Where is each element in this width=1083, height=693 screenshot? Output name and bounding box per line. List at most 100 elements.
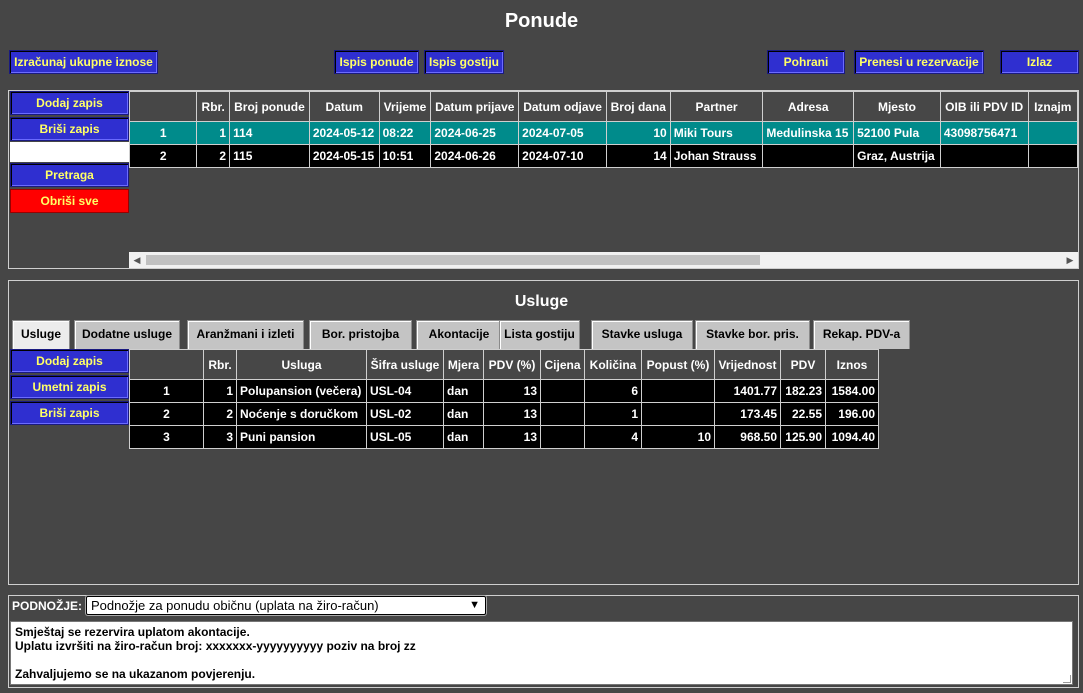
table-cell[interactable]: 13 <box>483 379 541 403</box>
table-cell[interactable]: 182.23 <box>780 379 826 403</box>
services-column-header[interactable]: Mjera <box>443 349 484 380</box>
table-cell[interactable]: 115 <box>229 144 310 168</box>
tab-1[interactable]: Dodatne usluge <box>74 320 180 349</box>
table-cell[interactable]: 4 <box>584 425 642 449</box>
table-cell[interactable]: 10 <box>605 121 671 145</box>
tab-6[interactable]: Stavke usluga <box>591 320 693 349</box>
table-cell[interactable]: 125.90 <box>780 425 826 449</box>
offers-column-header[interactable]: Vrijeme <box>378 91 432 122</box>
services-column-header[interactable]: Usluga <box>236 349 367 380</box>
offers-column-header[interactable]: Broj dana <box>605 91 671 122</box>
table-cell[interactable]: USL-02 <box>366 402 444 426</box>
table-cell[interactable]: 1 <box>196 121 231 145</box>
table-cell[interactable]: 3 <box>129 425 204 449</box>
table-cell[interactable]: 10:51 <box>378 144 432 168</box>
services-column-header[interactable]: Vrijednost <box>714 349 781 380</box>
print-guests-button[interactable]: Ispis gostiju <box>424 50 504 74</box>
tab-8[interactable]: Rekap. PDV-a <box>813 320 910 349</box>
table-cell[interactable]: USL-04 <box>366 379 444 403</box>
table-cell[interactable]: Puni pansion <box>236 425 367 449</box>
table-cell[interactable]: dan <box>443 425 484 449</box>
table-row[interactable]: 2 2 Noćenje s doručkom USL-02 dan 13 1 173.45 22… <box>129 402 879 426</box>
tab-3[interactable]: Bor. pristojba <box>309 320 412 349</box>
table-cell[interactable] <box>540 425 585 449</box>
scroll-right-icon[interactable]: ▶ <box>1062 252 1078 268</box>
offers-column-header[interactable] <box>129 91 198 122</box>
table-cell[interactable]: Noćenje s doručkom <box>236 402 367 426</box>
scrollbar-thumb[interactable] <box>146 255 760 265</box>
table-cell[interactable]: 1401.77 <box>714 379 781 403</box>
table-cell[interactable]: dan <box>443 402 484 426</box>
delete-offer-button[interactable]: Briši zapis <box>10 117 129 141</box>
services-column-header[interactable]: Popust (%) <box>641 349 715 380</box>
transfer-to-reservations-button[interactable]: Prenesi u rezervacije <box>854 50 984 74</box>
table-cell[interactable]: 2 <box>196 144 231 168</box>
table-cell[interactable]: 6 <box>584 379 642 403</box>
table-cell[interactable]: 2024-05-12 <box>308 121 380 145</box>
tab-4[interactable]: Akontacije <box>416 320 502 349</box>
resize-handle-icon[interactable] <box>1063 675 1071 683</box>
add-service-button[interactable]: Dodaj zapis <box>10 349 129 373</box>
offers-column-header[interactable]: Adresa <box>762 91 855 122</box>
search-input[interactable] <box>10 142 129 162</box>
table-row[interactable]: 1 1 Polupansion (večera) USL-04 dan 13 6 1401.7… <box>129 379 879 403</box>
table-cell[interactable]: 10 <box>641 425 715 449</box>
footer-select[interactable]: Podnožje za ponudu običnu (uplata na žir… <box>86 596 486 615</box>
services-column-header[interactable]: Šifra usluge <box>366 349 444 380</box>
table-cell[interactable]: 2024-06-26 <box>430 144 520 168</box>
table-cell[interactable]: Graz, Austrija <box>853 144 941 168</box>
table-cell[interactable]: dan <box>443 379 484 403</box>
table-cell[interactable] <box>641 379 715 403</box>
table-cell[interactable]: 2024-07-10 <box>518 144 607 168</box>
tab-2[interactable]: Aranžmani i izleti <box>187 320 304 349</box>
calculate-totals-button[interactable]: Izračunaj ukupne iznose <box>9 50 158 74</box>
insert-service-button[interactable]: Umetni zapis <box>10 375 129 399</box>
offers-column-header[interactable]: Datum <box>308 91 380 122</box>
tab-7[interactable]: Stavke bor. pris. <box>695 320 810 349</box>
table-cell[interactable]: 1094.40 <box>825 425 879 449</box>
table-cell[interactable]: Miki Tours <box>669 121 764 145</box>
save-button[interactable]: Pohrani <box>767 50 845 74</box>
table-cell[interactable]: 43098756471 <box>939 121 1029 145</box>
offers-horizontal-scrollbar[interactable]: ◀ ▶ <box>129 252 1078 268</box>
table-cell[interactable]: 114 <box>229 121 310 145</box>
scroll-left-icon[interactable]: ◀ <box>129 252 145 268</box>
table-cell[interactable]: 1584.00 <box>825 379 879 403</box>
table-cell[interactable]: 14 <box>605 144 671 168</box>
table-cell[interactable] <box>762 144 855 168</box>
services-column-header[interactable]: PDV <box>780 349 826 380</box>
exit-button[interactable]: Izlaz <box>1000 50 1079 74</box>
table-row[interactable]: 1 1 114 2024-05-12 08:22 2024-06-25 2024-07-05… <box>129 121 1078 145</box>
services-column-header[interactable]: PDV (%) <box>483 349 541 380</box>
table-cell[interactable]: 2 <box>129 144 198 168</box>
table-cell[interactable]: Polupansion (večera) <box>236 379 367 403</box>
offers-column-header[interactable]: Broj ponude <box>229 91 310 122</box>
search-button[interactable]: Pretraga <box>10 163 129 187</box>
table-cell[interactable] <box>540 402 585 426</box>
table-cell[interactable]: Medulinska 15 <box>762 121 855 145</box>
table-cell[interactable]: 13 <box>483 425 541 449</box>
table-cell[interactable] <box>540 379 585 403</box>
add-offer-button[interactable]: Dodaj zapis <box>10 91 129 115</box>
table-cell[interactable]: USL-05 <box>366 425 444 449</box>
services-column-header[interactable]: Rbr. <box>203 349 237 380</box>
tab-5[interactable]: Lista gostiju <box>499 320 580 349</box>
table-row[interactable]: 2 2 115 2024-05-15 10:51 2024-06-26 2024-07-10… <box>129 144 1078 168</box>
offers-column-header[interactable]: Partner <box>669 91 764 122</box>
table-cell[interactable]: 08:22 <box>378 121 432 145</box>
offers-column-header[interactable]: Iznajm <box>1027 91 1078 122</box>
print-offer-button[interactable]: Ispis ponude <box>334 50 419 74</box>
table-cell[interactable]: 2024-05-15 <box>308 144 380 168</box>
table-cell[interactable]: 2 <box>203 402 237 426</box>
table-cell[interactable]: 1 <box>129 379 204 403</box>
table-cell[interactable]: 1 <box>203 379 237 403</box>
table-cell[interactable]: 3 <box>203 425 237 449</box>
table-cell[interactable]: 52100 Pula <box>853 121 941 145</box>
offers-column-header[interactable]: Datum prijave <box>430 91 520 122</box>
offers-column-header[interactable]: Rbr. <box>196 91 231 122</box>
table-cell[interactable]: Johan Strauss <box>669 144 764 168</box>
offers-column-header[interactable]: OIB ili PDV ID <box>939 91 1029 122</box>
table-cell[interactable]: 2024-06-25 <box>430 121 520 145</box>
table-cell[interactable]: 2024-07-05 <box>518 121 607 145</box>
services-column-header[interactable] <box>129 349 204 380</box>
